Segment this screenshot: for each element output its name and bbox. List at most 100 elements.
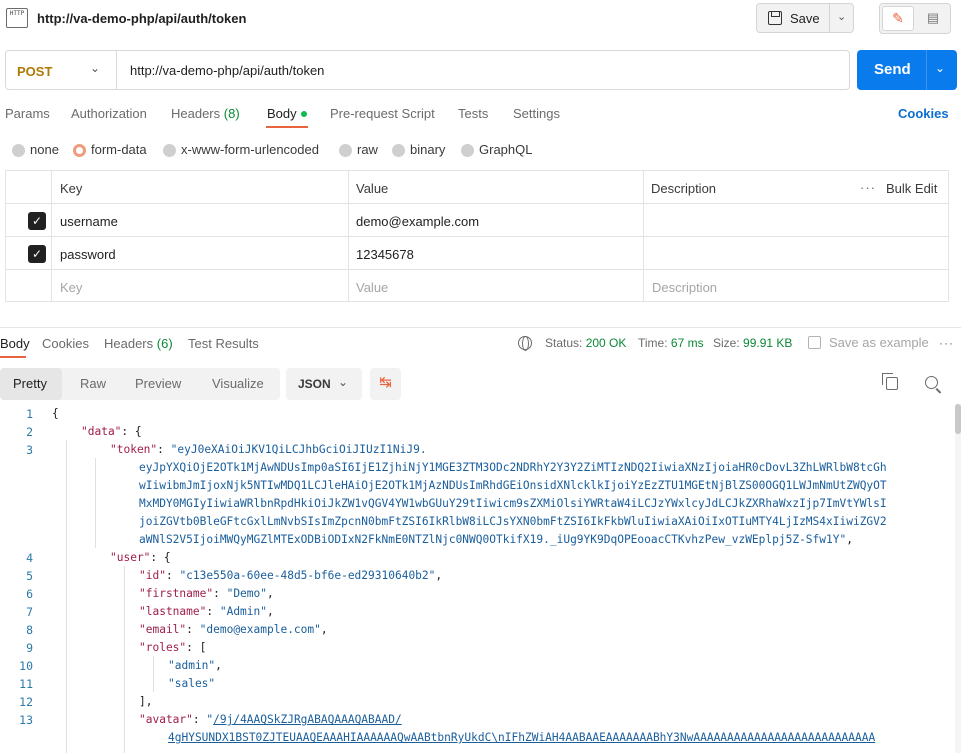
- tab-body[interactable]: Body: [267, 106, 307, 121]
- radio-selected-icon: [73, 144, 86, 157]
- scrollbar-thumb[interactable]: [955, 404, 961, 434]
- code-line: MxMDY0MGIyIiwiaWRlbnRpdHkiOiJkZW1vQGV4YW…: [139, 497, 887, 510]
- size-value: 99.91 KB: [743, 336, 793, 350]
- radio-label: x-www-form-urlencoded: [181, 142, 319, 157]
- view-preview[interactable]: Preview: [135, 376, 181, 391]
- request-title[interactable]: http://va-demo-php/api/auth/token: [37, 11, 246, 26]
- tab-response-body[interactable]: Body: [0, 336, 30, 351]
- row-checkbox[interactable]: ✓: [28, 212, 46, 230]
- status-label: Status:: [545, 336, 583, 350]
- form-data-table: Key Value Description ··· Bulk Edit ✓ us…: [5, 170, 949, 302]
- save-icon: [768, 11, 782, 25]
- method-select[interactable]: POST: [17, 64, 52, 79]
- tab-test-results[interactable]: Test Results: [188, 336, 259, 351]
- request-url-bar: POST ⌄ http://va-demo-php/api/auth/token: [5, 50, 850, 90]
- radio-icon: [392, 144, 405, 157]
- globe-icon[interactable]: [518, 336, 532, 351]
- size-meta[interactable]: Size: 99.91 KB: [713, 336, 792, 350]
- value-placeholder[interactable]: Value: [356, 280, 388, 295]
- save-as-example-label: Save as example: [829, 335, 929, 350]
- url-input[interactable]: http://va-demo-php/api/auth/token: [130, 63, 324, 78]
- view-pretty[interactable]: Pretty: [13, 376, 47, 391]
- save-label: Save: [790, 11, 820, 26]
- line-number: 7: [26, 605, 33, 619]
- divider: [0, 327, 961, 328]
- view-raw[interactable]: Raw: [80, 376, 106, 391]
- cookies-link[interactable]: Cookies: [898, 106, 949, 121]
- view-mode-segment: Pretty Raw Preview Visualize: [0, 368, 280, 400]
- tab-headers[interactable]: Headers (8): [171, 106, 240, 121]
- search-icon[interactable]: [925, 376, 938, 389]
- indent-guide: [124, 566, 125, 753]
- active-tab-indicator: [266, 126, 308, 128]
- save-as-example-button[interactable]: Save as example: [808, 335, 929, 350]
- radio-icon: [163, 144, 176, 157]
- row-checkbox[interactable]: ✓: [28, 245, 46, 263]
- tab-response-headers[interactable]: Headers (6): [104, 336, 173, 351]
- wrap-lines-icon[interactable]: ↹: [370, 368, 401, 400]
- status-meta[interactable]: Status: 200 OK: [545, 336, 626, 350]
- scrollbar[interactable]: [955, 404, 961, 753]
- tab-params[interactable]: Params: [5, 106, 50, 121]
- value-field[interactable]: demo@example.com: [356, 214, 479, 229]
- code-line: "user": {: [110, 551, 171, 564]
- indent-guide: [66, 440, 67, 753]
- send-button[interactable]: Send ⌄: [857, 50, 957, 90]
- indent-guide: [153, 656, 154, 692]
- status-value: 200 OK: [585, 336, 627, 350]
- table-row: ✓ password 12345678: [6, 237, 948, 270]
- comment-icon[interactable]: ▤: [920, 8, 946, 28]
- radio-label: GraphQL: [479, 142, 533, 157]
- active-tab-indicator: [0, 356, 26, 358]
- pencil-icon[interactable]: ✎: [882, 6, 914, 31]
- table-row: ✓ username demo@example.com: [6, 204, 948, 237]
- tab-count: (6): [156, 336, 173, 351]
- radio-icon: [12, 144, 25, 157]
- tab-authorization[interactable]: Authorization: [71, 106, 147, 121]
- description-placeholder[interactable]: Description: [652, 280, 717, 295]
- value-field[interactable]: 12345678: [356, 247, 414, 262]
- line-number: 10: [19, 659, 33, 673]
- column-header-description: Description: [651, 181, 717, 196]
- key-field[interactable]: username: [60, 214, 118, 229]
- table-row-empty: Key Value Description: [6, 270, 948, 301]
- tab-tests[interactable]: Tests: [458, 106, 488, 121]
- format-select[interactable]: JSON ⌄: [286, 368, 362, 400]
- time-meta[interactable]: Time: 67 ms: [638, 336, 704, 350]
- view-visualize[interactable]: Visualize: [212, 376, 264, 391]
- radio-icon: [339, 144, 352, 157]
- tab-pre-request-script[interactable]: Pre-request Script: [330, 106, 435, 121]
- more-options-icon[interactable]: ···: [860, 180, 876, 195]
- more-options-icon[interactable]: ···: [939, 336, 954, 350]
- code-line: wIiwibmJmIjoxNjk5NTIwMDQ1LCJleHAiOjE2OTk…: [139, 479, 887, 492]
- tab-label: Authorization: [71, 106, 147, 121]
- chevron-down-icon[interactable]: ⌄: [90, 61, 100, 75]
- code-line: "roles": [: [139, 641, 207, 654]
- radio-label: binary: [410, 142, 446, 157]
- code-line: "sales": [168, 677, 216, 690]
- code-line: "id": "c13e550a-60ee-48d5-bf6e-ed2931064…: [139, 569, 443, 582]
- key-placeholder[interactable]: Key: [60, 280, 82, 295]
- chevron-down-icon[interactable]: ⌄: [837, 10, 846, 23]
- bulk-edit-link[interactable]: Bulk Edit: [886, 181, 937, 196]
- tab-settings[interactable]: Settings: [513, 106, 560, 121]
- view-mode-toggle: ✎ ▤: [879, 3, 951, 34]
- column-header-key: Key: [60, 181, 83, 196]
- save-button[interactable]: Save ⌄: [756, 3, 854, 33]
- response-body-viewer[interactable]: 1 {2 "data": {3 "token": "eyJ0eXAiOiJKV1QiL…: [0, 404, 961, 753]
- modified-dot-icon: [300, 110, 307, 117]
- line-number: 4: [26, 551, 33, 565]
- code-line: "lastname": "Admin",: [139, 605, 274, 618]
- time-value: 67 ms: [670, 336, 704, 350]
- chevron-down-icon[interactable]: ⌄: [935, 61, 945, 75]
- copy-icon[interactable]: [882, 373, 898, 390]
- tab-label: Params: [5, 106, 50, 121]
- code-line: 4gHYSUNDX1BST0ZJTEUAAQEAAAHIAAAAAAQwAABt…: [168, 731, 876, 744]
- tab-response-cookies[interactable]: Cookies: [42, 336, 89, 351]
- key-field[interactable]: password: [60, 247, 116, 262]
- line-number: 8: [26, 623, 33, 637]
- divider: [116, 51, 117, 89]
- divider: [926, 50, 927, 90]
- tab-label: Test Results: [188, 336, 259, 351]
- indent-guide: [95, 458, 96, 548]
